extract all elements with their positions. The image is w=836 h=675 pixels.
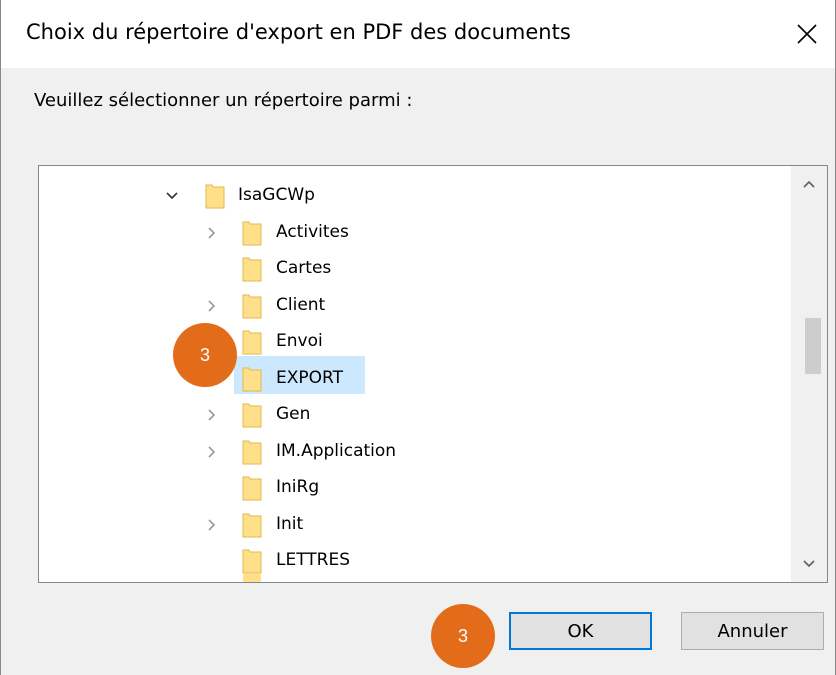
tree-item-label: Cartes bbox=[276, 258, 332, 278]
tree-item-envoi[interactable]: Envoi bbox=[39, 324, 789, 360]
folder-icon bbox=[242, 330, 262, 355]
tree-item-label: IM.Application bbox=[276, 440, 397, 461]
chevron-right-icon[interactable] bbox=[205, 445, 219, 459]
folder-icon bbox=[242, 257, 262, 282]
tree-item-label: LETTRES bbox=[276, 550, 351, 570]
folder-icon bbox=[242, 513, 262, 537]
ok-button[interactable]: OK bbox=[509, 612, 652, 650]
chevron-right-icon[interactable] bbox=[205, 518, 219, 532]
tree-item-isagcwp[interactable]: IsaGCWp bbox=[39, 178, 789, 214]
folder-tree[interactable]: IsaGCWp Activites Cartes Client Envoi EXPORT G… bbox=[38, 165, 828, 583]
tree-item-client[interactable]: Client bbox=[39, 288, 789, 324]
tree-item-label: Init bbox=[276, 513, 304, 534]
step-badge-ok: 3 bbox=[431, 604, 495, 668]
chevron-right-icon[interactable] bbox=[205, 299, 219, 313]
chevron-up-icon bbox=[803, 180, 815, 188]
chevron-down-icon[interactable] bbox=[165, 189, 179, 203]
cancel-button[interactable]: Annuler bbox=[681, 612, 824, 650]
folder-icon bbox=[242, 367, 262, 391]
tree-item-label: IniRg bbox=[276, 477, 320, 497]
tree-item-cartes[interactable]: Cartes bbox=[39, 251, 789, 287]
scrollbar-thumb[interactable] bbox=[805, 318, 821, 374]
vertical-scrollbar[interactable] bbox=[791, 166, 827, 582]
dialog-title: Choix du répertoire d'export en PDF des … bbox=[26, 20, 571, 44]
tree-item-label: Envoi bbox=[276, 331, 323, 351]
folder-tree-viewport: IsaGCWp Activites Cartes Client Envoi EXPORT G… bbox=[39, 166, 789, 582]
prompt-label: Veuillez sélectionner un répertoire parm… bbox=[34, 90, 413, 111]
folder-icon bbox=[242, 476, 262, 501]
tree-item-gen[interactable]: Gen bbox=[39, 397, 789, 433]
chevron-right-icon[interactable] bbox=[205, 226, 219, 240]
folder-icon bbox=[242, 403, 262, 428]
folder-icon bbox=[242, 440, 262, 464]
tree-item-im-application[interactable]: IM.Application bbox=[39, 434, 789, 470]
chevron-down-icon bbox=[803, 560, 815, 568]
close-button[interactable] bbox=[779, 6, 835, 62]
scroll-up-button[interactable] bbox=[791, 166, 827, 202]
step-badge-tree: 3 bbox=[173, 323, 237, 387]
tree-item-inirg[interactable]: IniRg bbox=[39, 470, 789, 506]
folder-icon bbox=[242, 221, 262, 245]
tree-item-label: EXPORT bbox=[276, 367, 343, 388]
scroll-down-button[interactable] bbox=[791, 546, 827, 582]
folder-icon bbox=[243, 574, 261, 582]
tree-item-init[interactable]: Init bbox=[39, 507, 789, 543]
folder-icon bbox=[205, 184, 225, 209]
tree-item-label: Gen bbox=[276, 404, 311, 424]
tree-item-activites[interactable]: Activites bbox=[39, 215, 789, 251]
tree-item-label: IsaGCWp bbox=[238, 185, 315, 205]
folder-icon bbox=[242, 294, 262, 318]
close-icon bbox=[797, 24, 817, 44]
folder-icon bbox=[242, 549, 262, 574]
title-bar: Choix du répertoire d'export en PDF des … bbox=[1, 0, 835, 68]
tree-item-label: Activites bbox=[276, 221, 349, 242]
tree-item-export[interactable]: EXPORT bbox=[39, 361, 789, 397]
chevron-right-icon[interactable] bbox=[205, 408, 219, 422]
tree-item-lettres[interactable]: LETTRES bbox=[39, 543, 789, 579]
tree-item-label: Client bbox=[276, 294, 326, 315]
dialog-window: Choix du répertoire d'export en PDF des … bbox=[0, 0, 836, 675]
